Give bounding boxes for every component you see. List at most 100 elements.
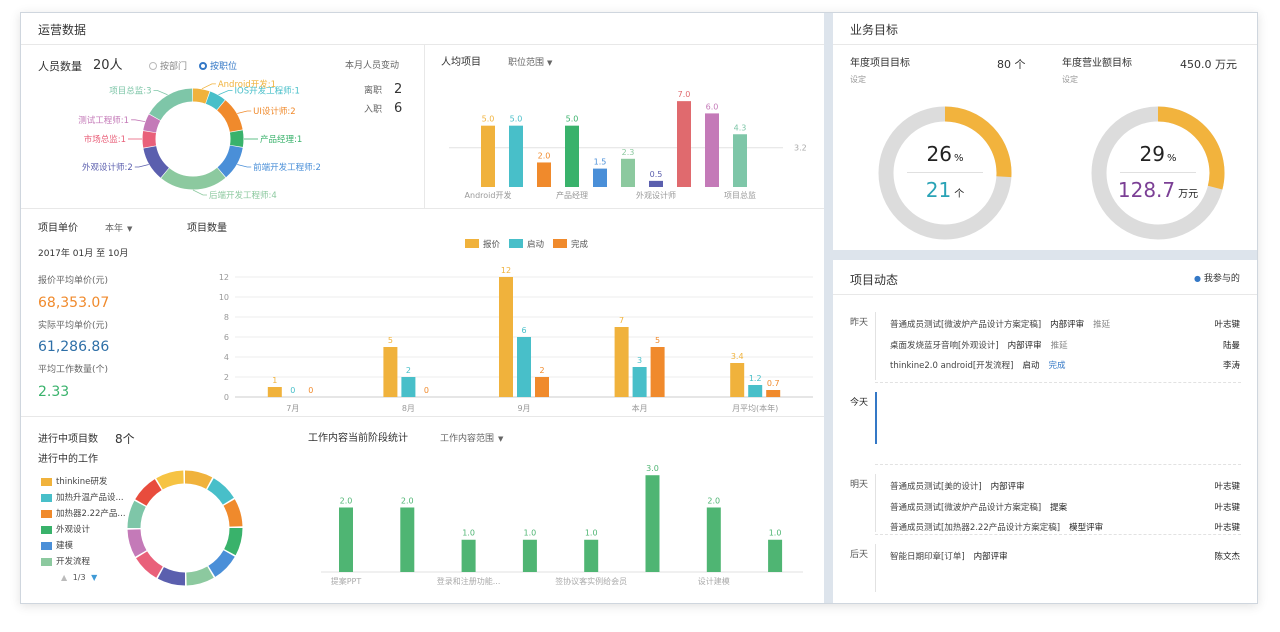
- dynamics-stage: 模型评审: [1069, 523, 1104, 533]
- radio-label: 按职位: [210, 62, 238, 72]
- x-tick-label: 9月: [517, 404, 530, 413]
- ongoing-slice[interactable]: [127, 529, 147, 557]
- stage-range-dropdown[interactable]: 工作内容范围 ▼: [440, 435, 503, 444]
- ongoing-slice[interactable]: [208, 549, 235, 577]
- y-tick-label: 2: [224, 373, 229, 382]
- ongoing-slice[interactable]: [136, 551, 164, 578]
- pct-unit: %: [953, 153, 964, 164]
- staff-slice[interactable]: [161, 167, 226, 190]
- ongoing-slice[interactable]: [206, 478, 234, 505]
- avg-bar[interactable]: [481, 125, 495, 187]
- stage-bar-label: 1.0: [462, 529, 475, 538]
- legend-swatch: [465, 239, 479, 248]
- avg-bar[interactable]: [677, 101, 691, 187]
- staff-slice[interactable]: [216, 100, 243, 133]
- ongoing-slice[interactable]: [186, 566, 214, 586]
- dynamics-stage: 内部评审: [1050, 320, 1085, 330]
- timeline-day-label: 后天: [850, 550, 869, 560]
- dynamics-row[interactable]: 普通成员测试[加热器2.22产品设计方案定稿] 模型评审 叶志键: [890, 521, 1240, 535]
- rev-num: 128.7 万元: [1118, 180, 1198, 200]
- legend-swatch: [41, 493, 52, 502]
- dynamics-row[interactable]: 智能日期印章[订单] 内部评审 陈文杰: [890, 550, 1240, 564]
- dynamics-project-name: 普通成员测试[加热器2.22产品设计方案定稿]: [890, 523, 1061, 533]
- proj-num-value: 21: [925, 178, 952, 202]
- staff-slice[interactable]: [149, 88, 193, 121]
- count-bar[interactable]: [401, 377, 416, 397]
- staff-slice[interactable]: [143, 145, 170, 178]
- count-bar[interactable]: [748, 385, 763, 397]
- prev-page-icon[interactable]: ▲: [61, 573, 67, 582]
- ongoing-slice[interactable]: [135, 479, 162, 507]
- count-bar[interactable]: [632, 367, 647, 397]
- staff-slice-label: 测试工程师:1: [78, 115, 129, 126]
- count-bar[interactable]: [730, 363, 745, 397]
- count-bar-label: 3: [637, 356, 642, 365]
- avg-bar[interactable]: [733, 134, 747, 187]
- rev-goal-title: 年度营业额目标: [1062, 58, 1132, 69]
- staff-donut-chart: Android开发:1IOS开发工程师:1UI设计师:2产品经理:1前端开发工程…: [78, 79, 321, 201]
- dynamics-person: 陆曼: [1222, 340, 1240, 351]
- count-bar[interactable]: [614, 327, 629, 397]
- x-tick-label: 7月: [286, 404, 299, 413]
- staff-slice[interactable]: [143, 114, 161, 133]
- count-bar[interactable]: [267, 387, 282, 397]
- count-bar-label: 1.2: [749, 374, 762, 383]
- legend-label: 开发流程: [56, 557, 91, 567]
- count-bar[interactable]: [535, 377, 549, 397]
- stage-bar-label: 1.0: [769, 529, 782, 538]
- staff-slice[interactable]: [205, 91, 225, 111]
- stage-bar[interactable]: [339, 507, 353, 572]
- radio-by-dept[interactable]: 按部门: [149, 62, 187, 72]
- count-bar[interactable]: [383, 347, 398, 397]
- count-bar[interactable]: [650, 347, 665, 397]
- ongoing-slice[interactable]: [223, 499, 243, 527]
- next-page-icon[interactable]: ▼: [91, 573, 97, 582]
- count-bar[interactable]: [766, 390, 781, 397]
- stage-bar[interactable]: [522, 539, 537, 572]
- avg-bar[interactable]: [705, 113, 719, 187]
- ongoing-pager: ▲ 1/3 ▼: [61, 574, 97, 582]
- dynamics-status: 推延: [1050, 340, 1068, 351]
- legend-swatch: [41, 541, 52, 550]
- staff-slice[interactable]: [217, 145, 243, 178]
- stage-bar[interactable]: [706, 507, 721, 572]
- price-period-dropdown[interactable]: 本年 ▼: [105, 225, 132, 234]
- legend-label: 启动: [527, 239, 545, 250]
- count-bar-label: 3.4: [731, 352, 744, 361]
- price-range: 2017年 01月 至 10月: [38, 249, 129, 259]
- dynamics-row[interactable]: thinkine2.0 android[开发流程] 启动 完成 李涛: [890, 359, 1240, 373]
- dynamics-row[interactable]: 普通成员测试[微波炉产品设计方案定稿] 内部评审 推延 叶志键: [890, 318, 1240, 332]
- dynamics-row[interactable]: 普通成员测试[微波炉产品设计方案定稿] 提案 叶志键: [890, 501, 1240, 515]
- pct-unit: %: [1166, 153, 1177, 164]
- avg-bar[interactable]: [621, 158, 635, 187]
- dynamics-filter[interactable]: ● 我参与的: [1194, 275, 1240, 284]
- staff-count: 20人: [93, 58, 123, 73]
- staff-slice[interactable]: [142, 130, 157, 148]
- avg-bar[interactable]: [509, 125, 523, 187]
- dynamics-row[interactable]: 桌面发烧蓝牙音响[外观设计] 内部评审 推延 陆曼: [890, 339, 1240, 353]
- count-bar[interactable]: [517, 337, 531, 397]
- ongoing-slice[interactable]: [156, 470, 184, 490]
- avg-range-dropdown[interactable]: 职位范围 ▼: [508, 59, 552, 68]
- staff-slice[interactable]: [229, 130, 244, 148]
- proj-goal-title: 年度项目目标: [850, 58, 910, 69]
- ongoing-slice[interactable]: [184, 470, 213, 489]
- dynamics-row[interactable]: 普通成员测试[美的设计] 内部评审 叶志键: [890, 480, 1240, 494]
- radio-by-position[interactable]: 按职位: [199, 62, 237, 72]
- stage-bar[interactable]: [768, 539, 783, 572]
- ongoing-slice[interactable]: [127, 500, 146, 529]
- avg-bar[interactable]: [649, 180, 663, 187]
- stage-bar[interactable]: [645, 475, 660, 572]
- avg-bar[interactable]: [537, 162, 551, 187]
- stage-bar[interactable]: [584, 539, 599, 572]
- avg-bar[interactable]: [565, 125, 579, 187]
- stage-bar[interactable]: [461, 539, 476, 572]
- avg-title: 人均项目: [441, 57, 481, 68]
- avg-bar[interactable]: [593, 168, 607, 187]
- ongoing-slice[interactable]: [224, 527, 243, 556]
- work-avg-value: 2.33: [38, 384, 70, 400]
- staff-slice[interactable]: [192, 88, 210, 104]
- stage-bar[interactable]: [400, 507, 415, 572]
- count-bar[interactable]: [499, 277, 513, 397]
- ongoing-slice[interactable]: [157, 567, 186, 586]
